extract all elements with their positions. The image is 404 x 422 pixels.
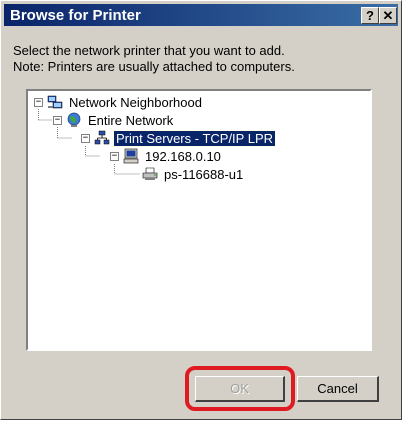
title-bar[interactable]: Browse for Printer ? ✕ bbox=[4, 4, 398, 26]
close-button[interactable]: ✕ bbox=[379, 7, 397, 24]
tree-node-label: ps-116688-u1 bbox=[164, 166, 244, 182]
instruction-line-1: Select the network printer that you want… bbox=[13, 43, 285, 58]
collapse-icon[interactable]: − bbox=[34, 97, 43, 107]
printer-tree[interactable]: − Network Neighborhood − Entire Network … bbox=[26, 89, 372, 351]
instructions: Select the network printer that you want… bbox=[13, 43, 295, 75]
collapse-icon[interactable]: − bbox=[110, 151, 119, 161]
network-neighborhood-icon bbox=[47, 95, 63, 109]
tree-node-label: Entire Network bbox=[88, 112, 174, 128]
browse-for-printer-dialog: Browse for Printer ? ✕ Select the networ… bbox=[0, 0, 402, 420]
ok-button-highlight-ring bbox=[185, 366, 295, 411]
tree-node-entire-network[interactable]: − Entire Network bbox=[53, 111, 175, 129]
tree-node-print-servers[interactable]: − Print Servers - TCP/IP LPR bbox=[81, 129, 277, 147]
instruction-line-2: Note: Printers are usually attached to c… bbox=[13, 59, 295, 74]
network-group-icon bbox=[94, 130, 110, 145]
collapse-icon[interactable]: − bbox=[53, 115, 62, 125]
collapse-icon[interactable]: − bbox=[81, 133, 90, 143]
tree-node-label: Print Servers - TCP/IP LPR bbox=[112, 129, 277, 147]
help-button[interactable]: ? bbox=[361, 7, 379, 24]
printer-icon bbox=[142, 167, 158, 180]
globe-icon bbox=[67, 112, 81, 127]
tree-node-printer-ps-116688-u1[interactable]: ps-116688-u1 bbox=[142, 165, 245, 183]
cancel-button[interactable]: Cancel bbox=[297, 376, 379, 402]
computer-icon bbox=[123, 148, 139, 164]
tree-node-label: Network Neighborhood bbox=[69, 94, 202, 110]
tree-node-label: 192.168.0.10 bbox=[145, 148, 221, 164]
tree-node-host-192-168-0-10[interactable]: − 192.168.0.10 bbox=[110, 147, 223, 165]
window-title: Browse for Printer bbox=[10, 7, 141, 24]
tree-node-network-neighborhood[interactable]: − Network Neighborhood bbox=[34, 93, 204, 111]
